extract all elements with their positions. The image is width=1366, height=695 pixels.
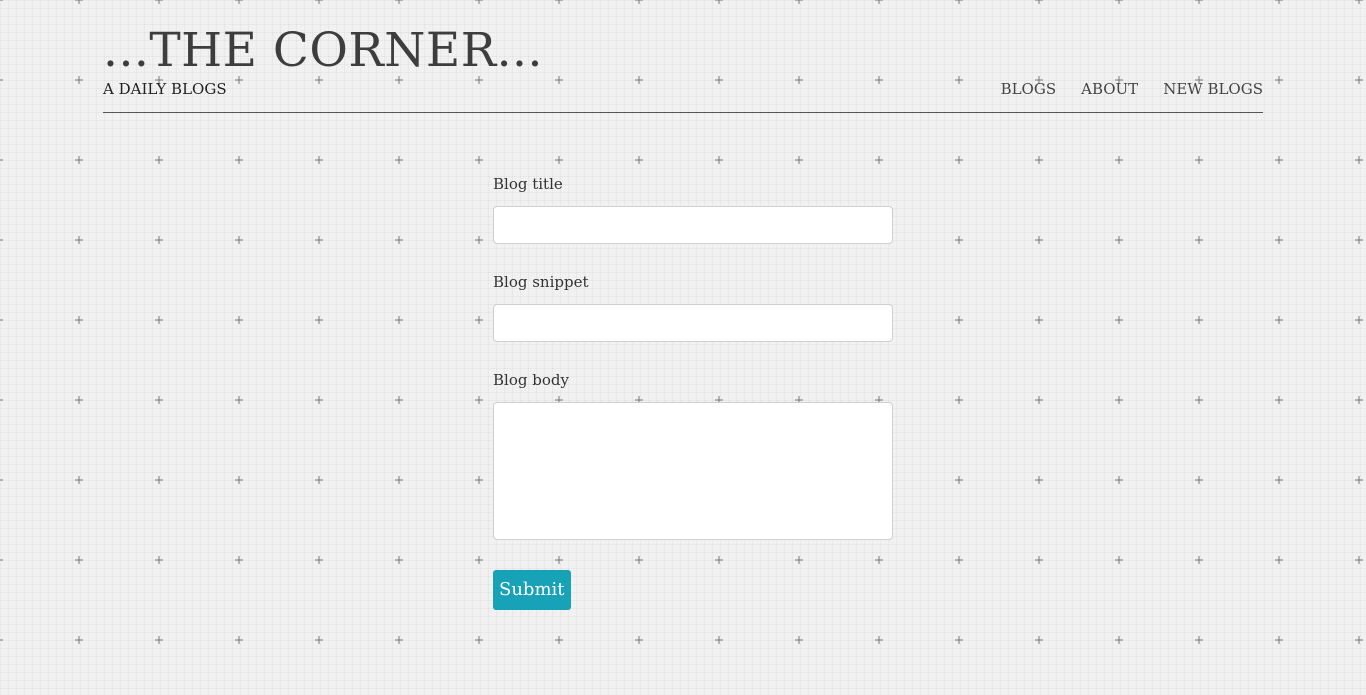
nav-link-blogs[interactable]: BLOGS bbox=[1001, 79, 1057, 99]
blog-snippet-input[interactable] bbox=[493, 304, 893, 342]
site-title[interactable]: ...THE CORNER... bbox=[103, 22, 543, 80]
blog-snippet-label: Blog snippet bbox=[493, 273, 589, 291]
nav-link-new-blogs[interactable]: NEW BLOGS bbox=[1163, 79, 1263, 99]
blog-body-label: Blog body bbox=[493, 371, 569, 389]
site-tagline: A DAILY BLOGS bbox=[103, 80, 227, 98]
site-header: ...THE CORNER... A DAILY BLOGS BLOGS ABO… bbox=[103, 22, 1263, 113]
nav-link-about[interactable]: ABOUT bbox=[1081, 79, 1138, 99]
new-blog-form: Blog title Blog snippet Blog body Submit bbox=[493, 174, 893, 610]
submit-button[interactable]: Submit bbox=[493, 570, 571, 610]
blog-body-textarea[interactable] bbox=[493, 402, 893, 540]
blog-title-input[interactable] bbox=[493, 206, 893, 244]
main-nav: BLOGS ABOUT NEW BLOGS bbox=[1001, 79, 1263, 99]
blog-title-label: Blog title bbox=[493, 175, 563, 193]
